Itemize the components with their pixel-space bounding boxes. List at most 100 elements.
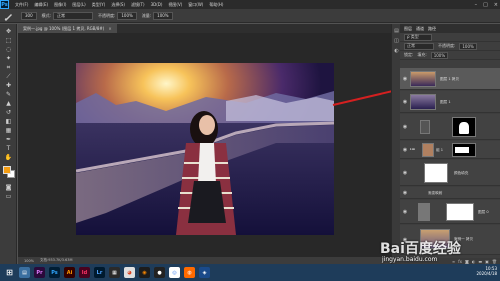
layers-panel-tabs: 图层 通道 路径 — [400, 24, 500, 33]
canvas-area — [18, 33, 414, 257]
layer-group-row[interactable]: ◉ ▸▬ 组 1 — [400, 141, 500, 159]
healing-brush-icon[interactable]: ✚ — [4, 82, 13, 89]
media-icon[interactable]: ◉ — [139, 267, 150, 278]
gradient-tool-icon[interactable]: ▦ — [4, 127, 13, 134]
start-button-icon[interactable]: ⊞ — [4, 267, 15, 278]
browser-icon[interactable]: ◍ — [184, 267, 195, 278]
blend-mode-select[interactable]: 正常 — [404, 42, 434, 50]
fill-thumbnail — [424, 163, 448, 183]
add-mask-icon[interactable]: ◙ — [465, 259, 469, 264]
layer-thumbnail — [422, 143, 434, 157]
new-adjustment-icon[interactable]: ◐ — [472, 259, 476, 264]
menu-filter[interactable]: 滤镜(T) — [131, 0, 145, 9]
quick-mask-icon[interactable]: ◙ — [4, 184, 13, 191]
properties-panel-icon[interactable]: ◫ — [393, 38, 400, 45]
lock-label: 锁定: — [404, 52, 414, 57]
new-layer-icon[interactable]: ▣ — [485, 259, 489, 264]
screen-mode-icon[interactable]: ▭ — [4, 193, 13, 200]
eye-icon[interactable]: ◉ — [402, 76, 408, 82]
crop-tool-icon[interactable]: ⌗ — [4, 64, 13, 71]
flow-input[interactable]: 100% — [153, 11, 173, 20]
window-controls: – □ × — [469, 0, 498, 9]
eye-icon[interactable]: ◉ — [402, 99, 408, 105]
hand-tool-icon[interactable]: ✋ — [4, 154, 13, 161]
layer-row[interactable]: ◉ 图层 1 拷贝 — [400, 68, 500, 90]
menu-type[interactable]: 类型(Y) — [92, 0, 106, 9]
mode-select[interactable]: 正常 — [53, 11, 93, 20]
layer-row[interactable]: ◉ 图层 1 — [400, 91, 500, 113]
eye-icon[interactable]: ◉ — [402, 147, 408, 153]
eraser-tool-icon[interactable]: ◧ — [4, 118, 13, 125]
lightroom-icon[interactable]: Lr — [94, 267, 105, 278]
history-panel-icon[interactable]: ▤ — [393, 28, 400, 35]
menu-layer[interactable]: 图层(L) — [72, 0, 85, 9]
tab-paths[interactable]: 路径 — [428, 26, 436, 32]
premiere-icon[interactable]: Pr — [34, 267, 45, 278]
magic-wand-icon[interactable]: ✦ — [4, 55, 13, 62]
file-explorer-icon[interactable]: ▤ — [19, 267, 30, 278]
eye-icon[interactable]: ◉ — [402, 170, 408, 176]
menu-3d[interactable]: 3D(D) — [151, 0, 163, 9]
adjustments-panel-icon[interactable]: ◐ — [393, 48, 400, 55]
eyedropper-tool-icon[interactable]: ⟋ — [4, 73, 13, 80]
mode-control: 模式: 正常 — [42, 11, 93, 20]
fx-icon[interactable]: fx — [458, 259, 462, 264]
history-brush-icon[interactable]: ↺ — [4, 109, 13, 116]
new-group-icon[interactable]: ▬ — [478, 259, 482, 264]
tab-layers[interactable]: 图层 — [404, 26, 412, 32]
lasso-tool-icon[interactable]: ◌ — [4, 46, 13, 53]
opacity-input[interactable]: 100% — [117, 11, 137, 20]
illustrator-icon[interactable]: Ai — [64, 267, 75, 278]
document-close-icon[interactable]: × — [108, 26, 111, 31]
app-icon[interactable]: ◈ — [199, 267, 210, 278]
document-tab-bar: 案例一.jpg @ 100% (图层 1 拷贝, RGB/8#) × — [18, 24, 400, 33]
type-tool-icon[interactable]: T — [4, 145, 13, 152]
status-bar: 100% 文档:933.7K/3.63M — [18, 257, 391, 264]
minimize-icon[interactable]: – — [475, 2, 478, 8]
menu-file[interactable]: 文件(F) — [15, 0, 28, 9]
layer-thumbnail — [410, 94, 436, 110]
menu-window[interactable]: 窗口(W) — [188, 0, 203, 9]
layer-filter-select[interactable]: ρ 类型 — [404, 33, 432, 41]
link-layers-icon[interactable]: ∞ — [452, 259, 455, 264]
fill-input[interactable]: 100% — [430, 51, 449, 59]
eye-icon[interactable]: ◉ — [402, 124, 408, 130]
clone-stamp-icon[interactable]: ▲ — [4, 100, 13, 107]
system-clock[interactable]: 10:53 2020/4/18 — [476, 266, 497, 276]
menu-edit[interactable]: 编辑(E) — [34, 0, 48, 9]
delete-layer-icon[interactable]: 🗑 — [492, 259, 497, 264]
menu-help[interactable]: 帮助(H) — [209, 0, 223, 9]
layer-row[interactable]: ◉ 图层 0 — [400, 200, 500, 224]
mask-thumbnail — [446, 203, 474, 221]
layer-name: 组 1 — [436, 148, 444, 152]
eye-icon[interactable]: ◉ — [402, 190, 408, 196]
move-tool-icon[interactable]: ✥ — [4, 28, 13, 35]
qq-icon[interactable]: ● — [154, 267, 165, 278]
zoom-level[interactable]: 100% — [24, 259, 34, 263]
maximize-icon[interactable]: □ — [483, 2, 488, 8]
layer-row[interactable]: ◉ 颜色填充 — [400, 160, 500, 186]
layer-row[interactable]: ◉ 渐变映射 — [400, 187, 500, 199]
brush-tool-icon[interactable] — [4, 11, 14, 21]
foreground-color-swatch[interactable] — [3, 166, 11, 174]
document-tab[interactable]: 案例一.jpg @ 100% (图层 1 拷贝, RGB/8#) × — [18, 24, 117, 33]
brush-size-picker[interactable]: 300 — [19, 11, 37, 20]
color-app-icon[interactable]: ◕ — [124, 267, 135, 278]
layer-row[interactable]: ◉ — [400, 114, 500, 140]
brush-tool-icon-side[interactable]: ✎ — [4, 91, 13, 98]
menu-image[interactable]: 图像(I) — [54, 0, 66, 9]
marquee-tool-icon[interactable]: ⬚ — [4, 37, 13, 44]
film-icon[interactable]: ▦ — [109, 267, 120, 278]
flow-control: 流量: 100% — [142, 11, 173, 20]
eye-icon[interactable]: ◉ — [402, 209, 408, 215]
menu-select[interactable]: 选择(S) — [111, 0, 125, 9]
pen-tool-icon[interactable]: ✒ — [4, 136, 13, 143]
indesign-icon[interactable]: Id — [79, 267, 90, 278]
photoshop-taskbar-icon[interactable]: Ps — [49, 267, 60, 278]
menu-view[interactable]: 视图(V) — [168, 0, 182, 9]
chrome-icon[interactable]: ◎ — [169, 267, 180, 278]
brush-size-value[interactable]: 300 — [21, 11, 37, 20]
layer-opacity-input[interactable]: 100% — [459, 42, 477, 50]
tab-channels[interactable]: 通道 — [416, 26, 424, 32]
close-icon[interactable]: × — [494, 2, 498, 8]
